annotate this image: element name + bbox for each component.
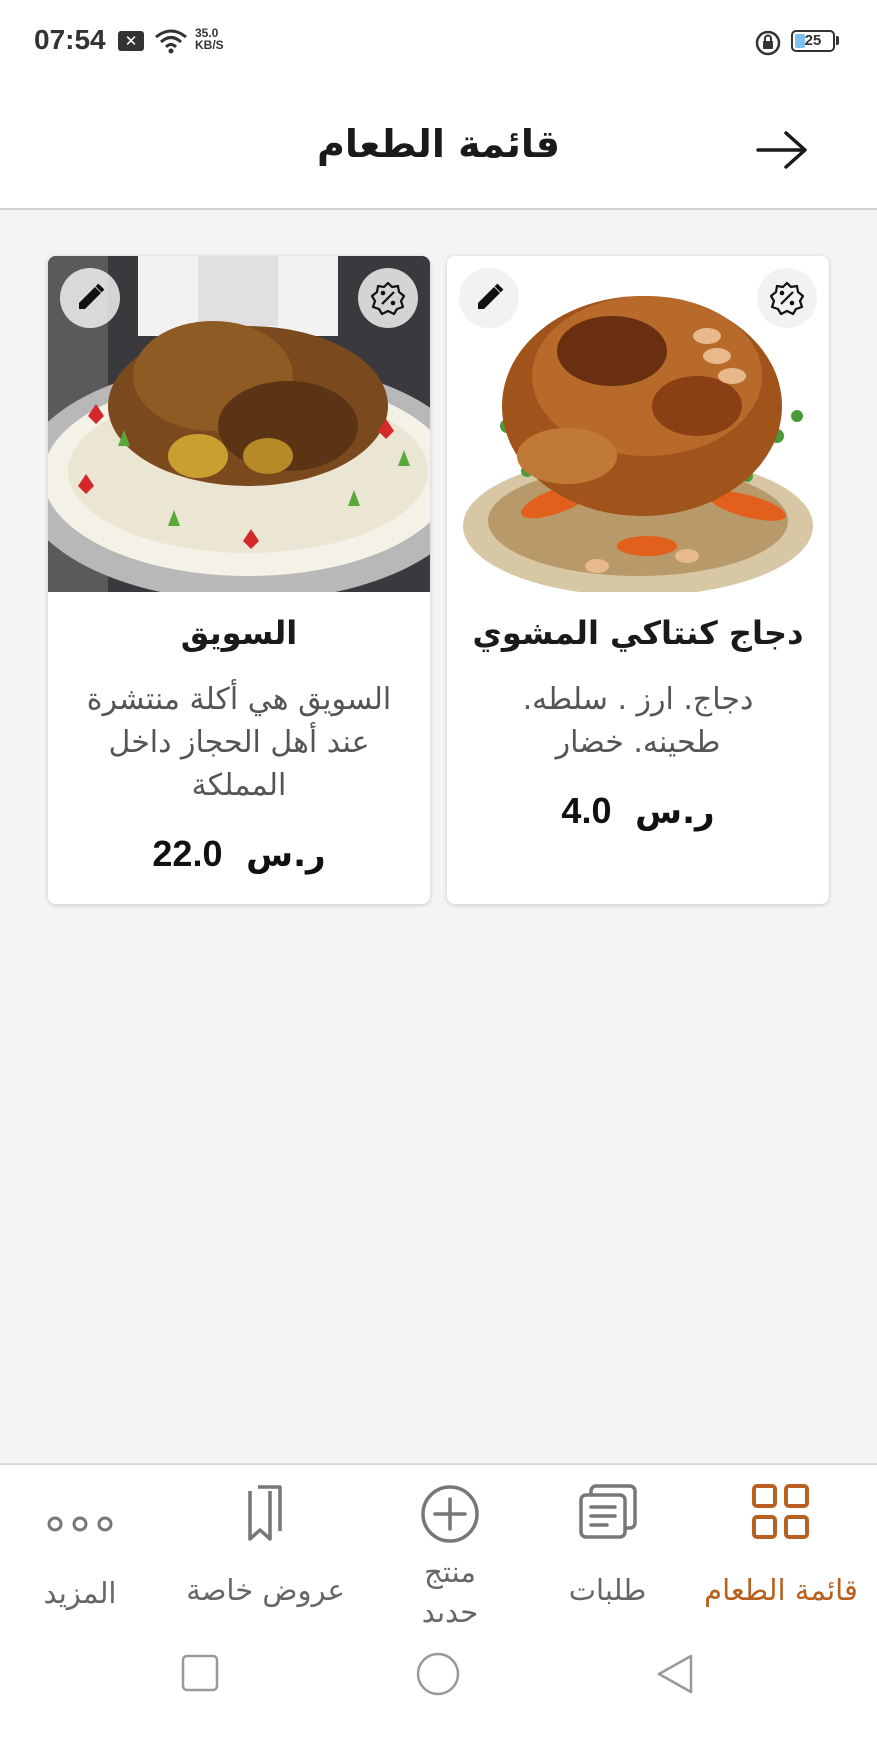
nav-item-special-offers-label: عروض خاصة — [186, 1573, 345, 1607]
nav-item-menu[interactable]: قائمة الطعام — [695, 1465, 867, 1625]
product-card[interactable]: السويق السويق هي أكلة منتشرة عند أهل الح… — [48, 256, 430, 904]
back-triangle-button[interactable] — [655, 1653, 695, 1695]
recent-apps-button[interactable] — [180, 1653, 220, 1693]
app-bar: قائمة الطعام — [0, 84, 877, 210]
product-image — [447, 256, 829, 592]
product-description: السويق هي أكلة منتشرة عند أهل الحجاز داخ… — [86, 682, 392, 803]
page-title: قائمة الطعام — [316, 122, 561, 166]
rotation-lock-icon — [755, 30, 781, 56]
back-button[interactable] — [750, 124, 814, 176]
nav-item-special-offers[interactable]: عروض خاصة — [168, 1465, 363, 1625]
product-price-row: ر.س 22.0 — [48, 833, 430, 875]
notification-x-icon: ✕ — [118, 31, 144, 51]
product-image — [48, 256, 430, 592]
nav-item-menu-label: قائمة الطعام — [704, 1573, 858, 1607]
product-price-row: ر.س 4.0 — [447, 790, 829, 832]
pencil-icon — [478, 283, 504, 309]
product-price: 22.0 — [152, 833, 223, 874]
bottom-navigation: قائمة الطعام طلبات منتج جديد عروض خاصة ا… — [0, 1463, 877, 1629]
nav-item-new-product-label: منتج جديد — [421, 1555, 479, 1629]
product-description: دجاج. ارز . سلطه. طحينه. خضار — [522, 682, 754, 760]
nav-item-orders[interactable]: طلبات — [545, 1465, 670, 1625]
product-name: السويق — [180, 614, 298, 652]
discount-badge-icon — [769, 281, 805, 316]
product-price: 4.0 — [561, 790, 612, 831]
discount-button[interactable] — [757, 268, 817, 328]
discount-badge-icon — [370, 281, 406, 316]
product-card[interactable]: دجاج كنتاكي المشوي دجاج. ارز . سلطه. طحي… — [447, 256, 829, 904]
arrow-right-icon — [756, 131, 807, 169]
more-icon — [47, 1516, 113, 1532]
wifi-icon — [155, 29, 187, 54]
orders-icon — [578, 1484, 637, 1539]
battery-level: 25 — [804, 32, 822, 49]
nav-item-more-label: المزيد — [43, 1576, 117, 1610]
status-bar: 07:54 ✕ 35.0 KB/S 25 — [0, 0, 877, 84]
status-time: 07:54 — [34, 24, 106, 55]
product-currency: ر.س — [246, 835, 326, 875]
discount-button[interactable] — [358, 268, 418, 328]
home-button[interactable] — [415, 1651, 461, 1697]
network-speed-unit: KB/S — [195, 38, 224, 52]
bookmarks-icon — [247, 1485, 282, 1541]
nav-item-more[interactable]: المزيد — [20, 1465, 140, 1625]
system-navigation-bar — [0, 1623, 877, 1754]
pencil-icon — [79, 283, 105, 309]
nav-item-orders-label: طلبات — [568, 1573, 647, 1607]
nav-item-new-product[interactable]: منتج جديد — [385, 1465, 515, 1629]
grid-icon — [752, 1484, 809, 1539]
battery-icon: 25 — [791, 30, 835, 52]
network-speed: 35.0 KB/S — [195, 27, 224, 51]
product-currency: ر.س — [635, 792, 715, 832]
product-name: دجاج كنتاكي المشوي — [472, 614, 804, 652]
add-circle-icon — [421, 1485, 479, 1543]
edit-button[interactable] — [60, 268, 120, 328]
edit-button[interactable] — [459, 268, 519, 328]
